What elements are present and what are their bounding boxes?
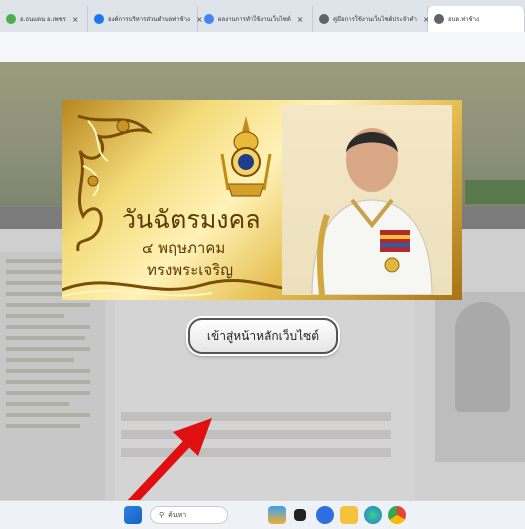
browser-tab[interactable]: คู่มือการใช้งานเว็บไซต์ประจำตำ × <box>313 6 430 32</box>
tab-favicon-icon <box>6 14 16 24</box>
tab-label: องค์การบริหารส่วนตำบลท่าช้าง <box>108 16 190 23</box>
browser-tab-bar: อ.ธนแดน อ.เพชร × องค์การบริหารส่วนตำบลท่… <box>0 0 525 32</box>
windows-taskbar: ⚲ ค้นหา <box>0 500 525 529</box>
site-header-button <box>465 180 525 204</box>
tab-close-icon[interactable]: × <box>297 15 304 24</box>
tab-close-icon[interactable]: × <box>72 15 79 24</box>
chat-icon[interactable] <box>316 506 334 524</box>
task-view-icon[interactable] <box>294 509 306 521</box>
file-explorer-icon[interactable] <box>340 506 358 524</box>
browser-tab-active[interactable]: อบต.ท่าช้าง <box>428 6 525 32</box>
address-bar[interactable] <box>0 32 525 63</box>
facebook-icon <box>94 14 104 24</box>
widgets-icon[interactable] <box>268 506 286 524</box>
royal-portrait-image <box>282 105 452 295</box>
taskbar-search-box[interactable]: ⚲ ค้นหา <box>150 506 228 524</box>
tab-label: ผลงานการทำใช้งานเว็บไซต์ <box>218 16 291 23</box>
edge-icon[interactable] <box>364 506 382 524</box>
tab-label: อบต.ท่าช้าง <box>448 16 479 23</box>
globe-icon <box>434 14 444 24</box>
royal-commemoration-popup: วันฉัตรมงคล ๔ พฤษภาคม ทรงพระเจริญ <box>62 100 462 300</box>
chrome-icon[interactable] <box>388 506 406 524</box>
tab-label: อ.ธนแดน อ.เพชร <box>20 16 66 23</box>
windows-start-icon[interactable] <box>124 506 142 524</box>
site-right-panel <box>435 292 525 462</box>
popup-title: วันฉัตรมงคล <box>122 205 261 234</box>
portrait-figure-icon <box>311 128 433 295</box>
browser-tab[interactable]: อ.ธนแดน อ.เพชร × <box>0 6 88 32</box>
browser-tab[interactable]: ผลงานการทำใช้งานเว็บไซต์ × <box>198 6 313 32</box>
official-photo <box>455 302 510 412</box>
popup-date-line: ๔ พฤษภาคม <box>142 239 226 257</box>
browser-tab[interactable]: องค์การบริหารส่วนตำบลท่าช้าง × <box>88 6 203 32</box>
search-icon: ⚲ <box>159 511 165 519</box>
globe-icon <box>319 14 329 24</box>
enter-website-button[interactable]: เข้าสู่หน้าหลักเว็บไซต์ <box>188 318 338 354</box>
google-icon <box>204 14 214 24</box>
tab-label: คู่มือการใช้งานเว็บไซต์ประจำตำ <box>333 16 417 23</box>
search-placeholder: ค้นหา <box>168 510 187 519</box>
royal-emblem-icon <box>220 116 272 197</box>
popup-royal-line: ทรงพระเจริญ <box>147 261 234 279</box>
